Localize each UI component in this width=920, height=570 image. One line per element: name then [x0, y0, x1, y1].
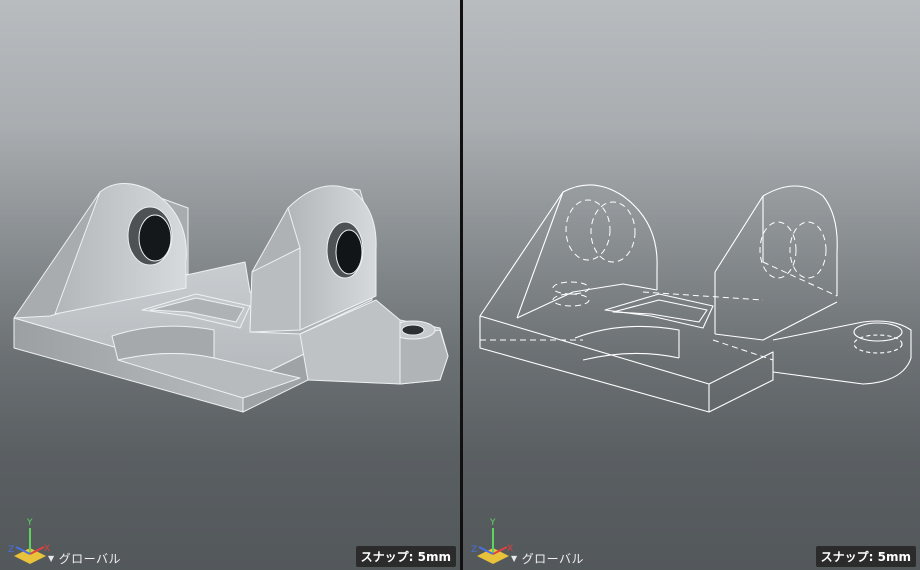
axis-z-label: Z: [8, 545, 14, 555]
axis-z-label: Z: [471, 545, 477, 555]
viewport-shaded[interactable]: Y X Z ▼ グローバル スナップ: 5mm: [0, 0, 460, 570]
snap-indicator[interactable]: スナップ: 5mm: [815, 546, 916, 567]
coordinate-system-dropdown[interactable]: ▼ グローバル: [48, 550, 121, 567]
axis-gizmo: Y X Z: [471, 518, 513, 564]
viewport-wireframe[interactable]: Y X Z ▼ グローバル スナップ: 5mm: [463, 0, 920, 570]
wireframe-bracket-model[interactable]: [463, 0, 920, 570]
snap-indicator[interactable]: スナップ: 5mm: [355, 546, 456, 567]
shaded-bracket-model[interactable]: [0, 0, 460, 570]
coordinate-system-dropdown[interactable]: ▼ グローバル: [511, 550, 584, 567]
axis-y-label: Y: [26, 518, 33, 528]
coordinate-system-label: グローバル: [521, 552, 585, 566]
dropdown-triangle-icon: ▼: [48, 554, 55, 563]
axis-y-label: Y: [489, 518, 496, 528]
coordinate-system-label: グローバル: [58, 552, 122, 566]
dropdown-triangle-icon: ▼: [511, 554, 518, 563]
axis-gizmo: Y X Z: [8, 518, 50, 564]
